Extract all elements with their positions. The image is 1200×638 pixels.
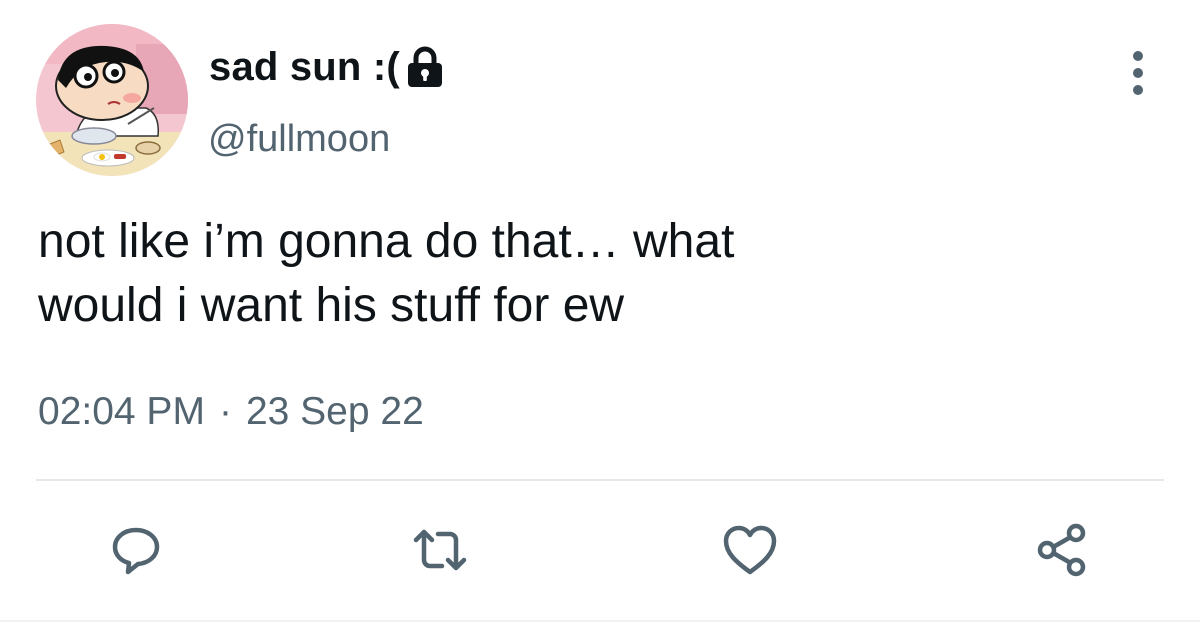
tweet-time[interactable]: 02:04 PM [38, 390, 205, 434]
like-button[interactable] [718, 518, 782, 582]
tweet-card: sad sun :( @fullmoon not like i’m gonna … [0, 0, 1200, 638]
share-button[interactable] [1030, 518, 1094, 582]
share-nodes-icon [1037, 523, 1086, 577]
avatar-image [36, 24, 188, 176]
retweet-button[interactable] [408, 518, 472, 582]
more-options-button[interactable] [1120, 46, 1156, 100]
timestamp-separator: · [218, 390, 232, 433]
timestamp-row: 02:04 PM · 23 Sep 22 [38, 390, 424, 434]
display-name[interactable]: sad sun :( [209, 45, 400, 90]
lock-icon [406, 46, 444, 88]
reply-button[interactable] [104, 518, 168, 582]
bottom-divider [0, 620, 1200, 622]
vertical-dots-icon [1133, 51, 1143, 95]
profile-avatar[interactable] [36, 24, 188, 176]
user-handle[interactable]: @fullmoon [208, 118, 390, 161]
retweet-arrows-icon [413, 529, 467, 571]
action-divider [36, 479, 1164, 481]
display-name-row: sad sun :( [209, 42, 444, 92]
speech-bubble-icon [112, 527, 160, 575]
tweet-text: not like i’m gonna do that… what would i… [38, 215, 735, 332]
heart-icon [723, 525, 777, 575]
tweet-date[interactable]: 23 Sep 22 [246, 390, 424, 434]
